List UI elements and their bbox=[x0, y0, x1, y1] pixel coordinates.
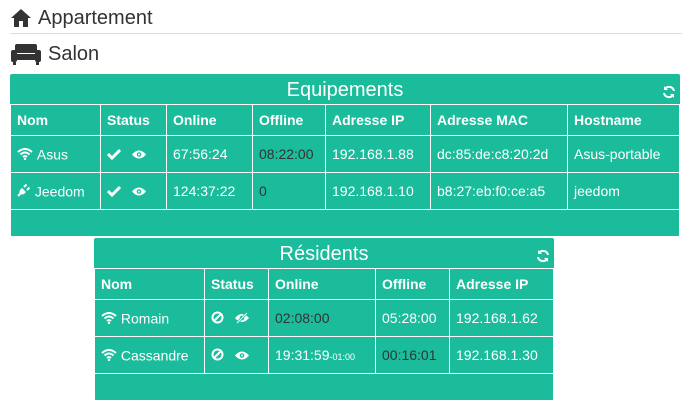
table-header-row: Nom Status Online Offline Adresse IP Adr… bbox=[10, 104, 680, 136]
status-cell bbox=[204, 336, 269, 374]
table-row: Jeedom 124:37:22 0 192.168.1.10 b8:27:eb… bbox=[10, 172, 680, 210]
table-footer-row bbox=[94, 373, 554, 401]
device-name: Jeedom bbox=[34, 183, 85, 200]
refresh-icon[interactable] bbox=[662, 77, 676, 99]
resident-name-cell: Cassandre bbox=[94, 336, 205, 374]
widget-title: Résidents bbox=[279, 243, 369, 265]
column-header: Adresse MAC bbox=[430, 104, 568, 136]
wifi-icon bbox=[101, 311, 117, 327]
ban-icon bbox=[211, 348, 224, 364]
online-value: 19:31:59 bbox=[275, 347, 330, 363]
eye-icon bbox=[131, 147, 147, 163]
breadcrumb-label: Appartement bbox=[38, 6, 153, 29]
offline-cell: 08:22:00 bbox=[252, 135, 326, 173]
column-header: Adresse IP bbox=[325, 104, 431, 136]
ip-cell: 192.168.1.30 bbox=[449, 336, 554, 374]
column-header: Online bbox=[268, 268, 376, 300]
device-name-cell: Jeedom bbox=[10, 172, 101, 210]
residents-table: Nom Status Online Offline Adresse IP Rom… bbox=[94, 268, 554, 401]
wifi-icon bbox=[17, 147, 33, 163]
ip-cell: 192.168.1.10 bbox=[325, 172, 431, 210]
check-icon bbox=[106, 147, 122, 163]
table-footer-row bbox=[10, 209, 680, 237]
online-cell: 02:08:00 bbox=[268, 299, 376, 337]
status-cell bbox=[100, 135, 167, 173]
table-header-row: Nom Status Online Offline Adresse IP bbox=[94, 268, 554, 300]
resident-name: Cassandre bbox=[120, 347, 189, 364]
empty-cell bbox=[94, 373, 554, 401]
breadcrumb-appartement[interactable]: Appartement bbox=[10, 6, 153, 30]
table-row: Cassandre 19:31:59-01:00 00:16:01 192.16… bbox=[94, 336, 554, 374]
resident-name: Romain bbox=[120, 310, 170, 327]
offline-cell: 05:28:00 bbox=[375, 299, 450, 337]
eye-icon bbox=[234, 348, 250, 364]
breadcrumb-salon[interactable]: Salon bbox=[10, 42, 99, 66]
device-name: Asus bbox=[36, 146, 69, 163]
check-icon bbox=[106, 184, 122, 200]
equipements-table: Nom Status Online Offline Adresse IP Adr… bbox=[10, 104, 680, 237]
empty-cell bbox=[10, 209, 680, 237]
residents-widget: Résidents Nom Status Online Offline Adre… bbox=[94, 238, 554, 401]
plug-icon bbox=[17, 183, 31, 200]
status-cell bbox=[100, 172, 167, 210]
ip-cell: 192.168.1.62 bbox=[449, 299, 554, 337]
status-cell bbox=[204, 299, 269, 337]
mac-cell: b8:27:eb:f0:ce:a5 bbox=[430, 172, 568, 210]
widget-title: Equipements bbox=[286, 79, 404, 101]
online-cell: 67:56:24 bbox=[166, 135, 253, 173]
offline-cell: 00:16:01 bbox=[375, 336, 450, 374]
online-cell: 19:31:59-01:00 bbox=[268, 336, 376, 374]
column-header: Adresse IP bbox=[449, 268, 554, 300]
table-row: Romain 02:08:00 05:28:00 192.168.1.62 bbox=[94, 299, 554, 337]
resident-name-cell: Romain bbox=[94, 299, 205, 337]
column-header: Status bbox=[204, 268, 269, 300]
equipements-widget: Equipements Nom Status Online Offline Ad… bbox=[10, 74, 680, 237]
mac-cell: dc:85:de:c8:20:2d bbox=[430, 135, 568, 173]
column-header: Nom bbox=[10, 104, 101, 136]
hostname-cell: Asus-portable bbox=[567, 135, 680, 173]
ip-cell: 192.168.1.88 bbox=[325, 135, 431, 173]
column-header: Status bbox=[100, 104, 167, 136]
breadcrumb-label: Salon bbox=[48, 42, 100, 65]
column-header: Online bbox=[166, 104, 253, 136]
table-row: Asus 67:56:24 08:22:00 192.168.1.88 dc:8… bbox=[10, 135, 680, 173]
divider bbox=[10, 33, 682, 34]
column-header: Nom bbox=[94, 268, 205, 300]
hostname-cell: jeedom bbox=[567, 172, 680, 210]
eye-icon bbox=[131, 184, 147, 200]
refresh-icon[interactable] bbox=[536, 241, 550, 263]
column-header: Offline bbox=[375, 268, 450, 300]
column-header: Offline bbox=[252, 104, 326, 136]
column-header: Hostname bbox=[567, 104, 680, 136]
offline-cell: 0 bbox=[252, 172, 326, 210]
sofa-icon bbox=[10, 42, 44, 66]
device-name-cell: Asus bbox=[10, 135, 101, 173]
home-icon bbox=[10, 6, 34, 30]
wifi-icon bbox=[101, 348, 117, 364]
online-cell: 124:37:22 bbox=[166, 172, 253, 210]
timezone-offset: -01:00 bbox=[329, 352, 356, 362]
eye-slash-icon bbox=[234, 311, 250, 327]
ban-icon bbox=[211, 311, 224, 327]
